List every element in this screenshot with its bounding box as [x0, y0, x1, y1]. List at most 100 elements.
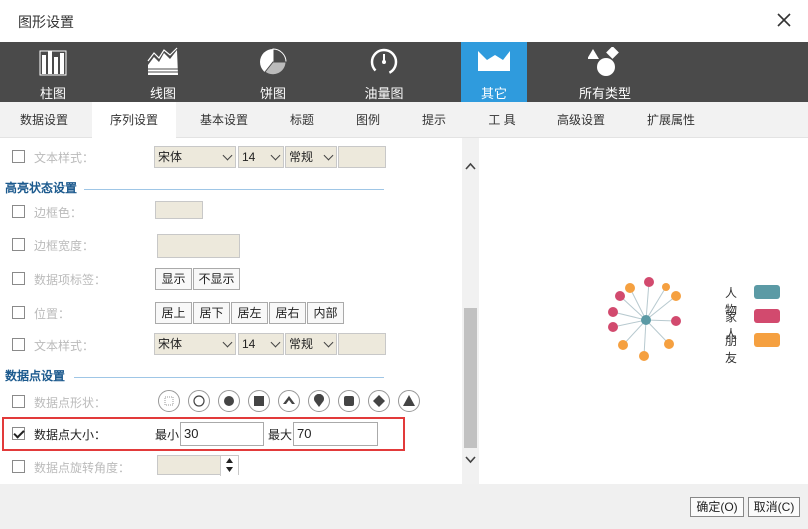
type-label: 柱图	[39, 86, 66, 101]
scroll-down-icon[interactable]	[462, 452, 479, 468]
scroll-up-icon[interactable]	[462, 158, 479, 174]
data-label-checkbox[interactable]	[12, 272, 25, 285]
max-size-label: 最大	[268, 428, 293, 442]
tab-tooltip[interactable]: 提示	[412, 102, 456, 138]
dialog-footer: 确定(O) 取消(C)	[0, 484, 808, 529]
shape-empty-option[interactable]	[158, 390, 180, 412]
font-color-box[interactable]	[338, 333, 386, 355]
shape-empty-circle-option[interactable]	[188, 390, 210, 412]
type-label: 线图	[149, 86, 176, 101]
datapoint-section-title: 数据点设置	[5, 369, 66, 383]
shape-arrow-option[interactable]	[278, 390, 300, 412]
font-size-select[interactable]: 14	[238, 146, 284, 168]
spinner-buttons[interactable]	[220, 456, 238, 476]
point-rotation-checkbox[interactable]	[12, 460, 25, 473]
font-size-select[interactable]: 14	[238, 333, 284, 355]
tab-extended-properties[interactable]: 扩展属性	[638, 102, 704, 138]
dotted-square-icon	[164, 396, 174, 406]
tab-basic-settings[interactable]: 基本设置	[188, 102, 260, 138]
position-inside-button[interactable]: 内部	[307, 302, 344, 324]
shape-pin-option[interactable]	[308, 390, 330, 412]
font-weight-select[interactable]: 常规	[285, 333, 337, 355]
show-label-button[interactable]: 显示	[155, 268, 192, 290]
point-rotation-label: 数据点旋转角度：	[34, 461, 131, 475]
rounded-square-icon	[344, 396, 354, 406]
tab-legend[interactable]: 图例	[346, 102, 390, 138]
diamond-icon	[373, 395, 385, 407]
tab-title[interactable]: 标题	[280, 102, 324, 138]
close-icon[interactable]	[774, 10, 794, 30]
shape-diamond-option[interactable]	[368, 390, 390, 412]
bar-chart-icon	[39, 50, 67, 76]
point-shape-label: 数据点形状：	[34, 396, 107, 410]
min-size-input[interactable]: 30	[180, 422, 264, 446]
hide-label-button[interactable]: 不显示	[193, 268, 240, 290]
data-label-row: 数据项标签： 显示 不显示	[0, 267, 462, 291]
tab-advanced-settings[interactable]: 高级设置	[548, 102, 614, 138]
tab-tools[interactable]: 工 具	[478, 102, 526, 138]
type-label: 所有类型	[578, 86, 631, 101]
type-other[interactable]: 其它	[461, 42, 527, 102]
shape-triangle-option[interactable]	[398, 390, 420, 412]
point-size-row: 数据点大小： 最小 30 最大 70	[0, 422, 462, 446]
line-chart-icon	[146, 47, 180, 75]
triangle-icon	[403, 395, 415, 406]
data-label-label: 数据项标签：	[34, 273, 107, 287]
chart-type-bar: 柱图 线图 饼图 油量图 其它 所有类型	[0, 42, 808, 102]
scrollbar-thumb[interactable]	[464, 308, 477, 448]
text-style-checkbox[interactable]	[12, 150, 25, 163]
font-family-select[interactable]: 宋体	[154, 333, 236, 355]
type-bar[interactable]: 柱图	[18, 42, 88, 102]
type-line[interactable]: 线图	[128, 42, 198, 102]
position-checkbox[interactable]	[12, 306, 25, 319]
border-width-input[interactable]	[157, 234, 240, 258]
settings-scrollbar[interactable]	[462, 138, 479, 484]
text-style-checkbox[interactable]	[12, 338, 25, 351]
tab-data-settings[interactable]: 数据设置	[8, 102, 80, 138]
font-color-box[interactable]	[338, 146, 386, 168]
section-divider	[84, 189, 384, 190]
border-color-label: 边框色：	[34, 206, 83, 220]
legend-swatch	[754, 333, 780, 347]
border-color-picker[interactable]	[155, 201, 203, 219]
pin-icon	[314, 394, 324, 407]
border-color-row: 边框色：	[0, 200, 462, 224]
type-pie[interactable]: 饼图	[238, 42, 308, 102]
border-color-checkbox[interactable]	[12, 205, 25, 218]
pie-chart-icon	[260, 48, 287, 76]
max-size-input[interactable]: 70	[293, 422, 378, 446]
graph-preview	[608, 277, 681, 361]
position-left-button[interactable]: 居左	[231, 302, 268, 324]
position-label: 位置：	[34, 307, 71, 321]
type-gauge[interactable]: 油量图	[348, 42, 420, 102]
ok-button[interactable]: 确定(O)	[690, 497, 744, 517]
font-family-select[interactable]: 宋体	[154, 146, 236, 168]
position-top-button[interactable]: 居上	[155, 302, 192, 324]
square-icon	[254, 396, 264, 406]
legend-label: 朋友	[725, 334, 738, 365]
rotation-spinner[interactable]	[157, 455, 239, 476]
type-all[interactable]: 所有类型	[570, 42, 640, 102]
point-rotation-row: 数据点旋转角度：	[0, 455, 462, 479]
dialog-titlebar: 图形设置	[0, 0, 808, 42]
shape-circle-option[interactable]	[218, 390, 240, 412]
text-style-label: 文本样式：	[34, 339, 95, 353]
point-size-label: 数据点大小：	[34, 428, 107, 442]
position-bottom-button[interactable]: 居下	[193, 302, 230, 324]
gauge-icon	[370, 48, 398, 76]
type-label: 油量图	[364, 86, 404, 101]
section-divider	[74, 377, 384, 378]
point-size-checkbox[interactable]	[12, 427, 25, 440]
font-weight-select[interactable]: 常规	[285, 146, 337, 168]
border-width-checkbox[interactable]	[12, 238, 25, 251]
tab-series-settings[interactable]: 序列设置	[92, 102, 176, 139]
cancel-button[interactable]: 取消(C)	[748, 497, 800, 517]
chart-preview: 人物 家人 朋友	[480, 145, 798, 484]
text-style-row-bottom: 文本样式： 宋体 14 常规	[0, 333, 462, 357]
shape-roundrect-option[interactable]	[338, 390, 360, 412]
point-shape-checkbox[interactable]	[12, 395, 25, 408]
series-settings-pane: 文本样式： 宋体 14 常规 高亮状态设置 边框色： 边框宽度： 数据项标签： …	[0, 138, 462, 484]
shape-rect-option[interactable]	[248, 390, 270, 412]
position-right-button[interactable]: 居右	[269, 302, 306, 324]
type-label: 其它	[480, 86, 507, 101]
